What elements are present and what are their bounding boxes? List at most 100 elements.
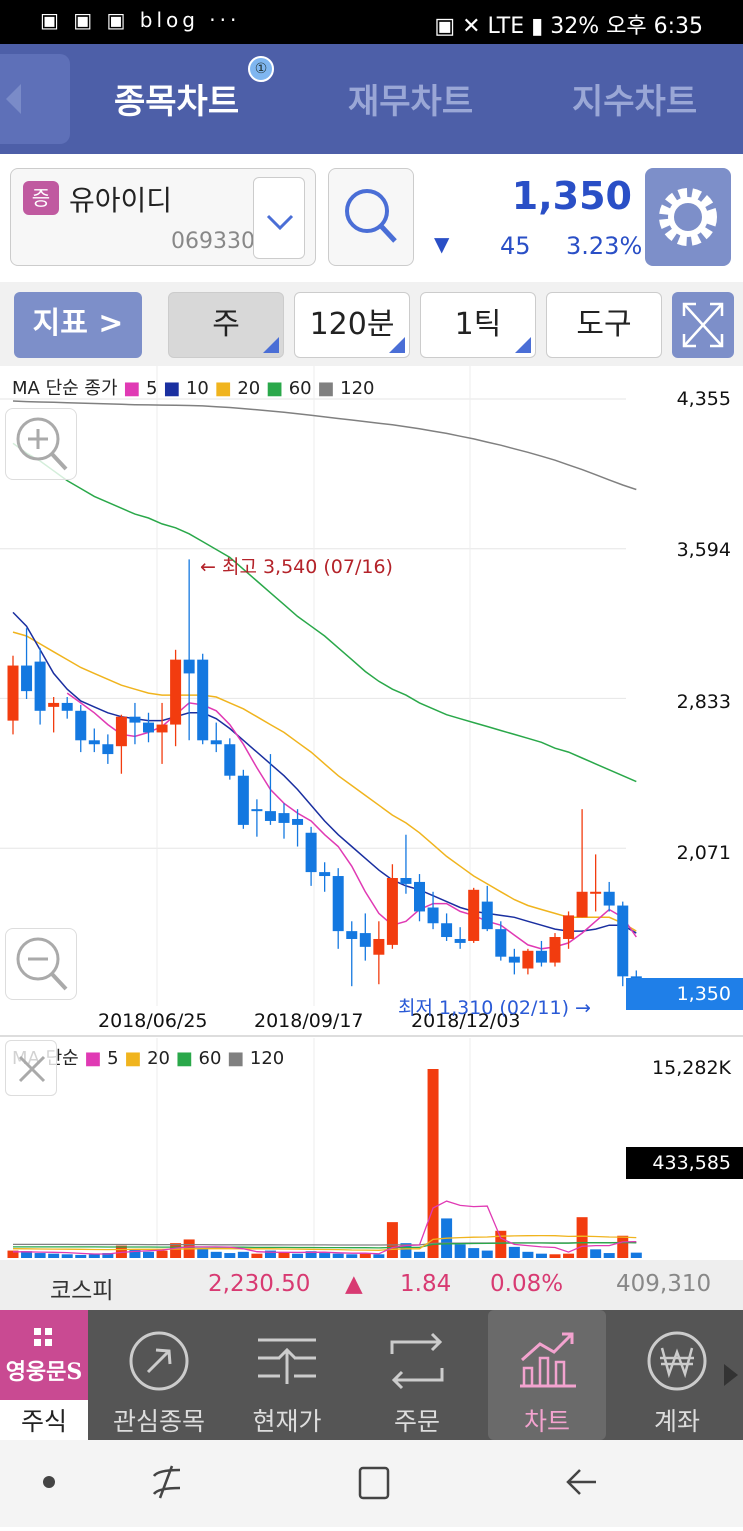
candle-body [183,659,195,674]
stock-dropdown-button[interactable] [253,177,305,259]
price-list-icon [258,1338,316,1384]
volume-bar [454,1244,466,1258]
volume-bar [75,1254,87,1258]
status-right: ▣ ✕ LTE ▮ 32% 오후 6:35 [434,14,703,39]
candle-body [224,744,236,776]
stock-name: 유아이디 [69,184,173,217]
candle-body [156,724,168,733]
period-week-button[interactable]: 주 [168,292,284,358]
nav-label: 차트 [523,1407,570,1436]
price-legend: MA 단순 종가 ■ 5 ■ 10 ■ 20 ■ 60 ■ 120 [12,378,375,399]
zoom-in-icon [16,417,68,471]
candle-body [7,665,19,721]
chart-area[interactable] [0,366,743,1260]
market-tag: 증 [23,181,59,215]
volume-bar [251,1253,263,1258]
candle-body [508,956,520,963]
zoom-in-button[interactable] [5,408,77,480]
search-button[interactable] [328,168,414,266]
close-icon [18,1055,46,1083]
y-tick-label: 4,355 [676,388,731,410]
candle-body [143,722,154,733]
stock-code: 069330 [171,229,255,254]
candle-body [115,716,127,747]
nav-more-arrow-icon[interactable] [722,1360,742,1390]
watchlist-icon [129,1331,189,1391]
candle-body [319,872,331,877]
kospi-ticker[interactable]: 코스피 2,230.50 ▲ 1.84 0.08% 409,310 [0,1260,743,1310]
recents-icon[interactable] [152,1465,181,1499]
back-arrow-icon[interactable] [566,1469,596,1495]
volume-bar [468,1248,480,1258]
volume-bar [61,1254,73,1258]
y-tick-label: 3,594 [676,539,731,561]
volume-bar [427,1069,439,1258]
x-tick-label: 2018/09/17 [254,1010,364,1032]
nav-watchlist[interactable]: 관심종목 [100,1310,218,1440]
nav-chart[interactable]: 차트 [488,1310,606,1440]
nav-order[interactable]: 주문 [358,1310,476,1440]
nav-label: 주식 [20,1407,67,1436]
legend-ma20: 20 [237,378,261,399]
candle-body [170,659,182,725]
candle-body [522,950,534,969]
settings-button[interactable] [645,168,731,266]
indicator-button[interactable]: 지표 > [14,292,142,358]
kospi-value: 2,230.50 [208,1271,311,1297]
candle-body [400,878,412,884]
volume-bar [210,1251,222,1258]
expand-button[interactable] [672,292,734,358]
legend-ma5: 5 [146,378,158,399]
candle-body [34,661,46,711]
tab-index-chart[interactable]: 지수차트 [572,74,697,123]
chart-toolbar: 지표 > 주 120분 1틱 도구 [0,282,743,366]
volume-bar [590,1249,602,1258]
brand-tile: 영웅문S [0,1310,88,1400]
up-arrow-icon: ▲ [345,1271,363,1297]
volume-bar [481,1250,493,1258]
volume-bar [292,1253,304,1258]
low-annotation: 최저 1,310 (02/11) → [398,997,591,1019]
corner-triangle-icon [263,337,279,353]
volume-bar [603,1253,615,1258]
volume-bar [414,1251,425,1258]
candle-body [549,937,561,963]
candle-body [535,950,547,963]
zoom-out-button[interactable] [5,928,77,1000]
tab-stock-chart[interactable]: 종목차트 [114,74,239,123]
volume-bar [535,1253,547,1258]
interval-120min-button[interactable]: 120분 [294,292,410,358]
candle-body [292,818,304,825]
kospi-change: 1.84 [400,1271,452,1297]
volume-y-tick-label: 15,282K [652,1057,731,1079]
nav-stocks[interactable]: 영웅문S 주식 [0,1310,88,1440]
tab-info-badge[interactable]: ① [248,56,274,82]
vlegend-ma5: 5 [107,1048,119,1069]
stock-selector[interactable]: 증 유아이디 069330 [10,168,316,266]
tab-financial-chart[interactable]: 재무차트 [348,74,473,123]
recent-dot-icon[interactable] [43,1476,55,1488]
candle-body [21,665,33,692]
candle-body [264,811,276,821]
volume-bar [48,1253,60,1258]
close-volume-button[interactable] [5,1040,57,1096]
volume-bar [143,1251,154,1258]
price-change-pct: 3.23% [566,232,643,260]
nav-label: 계좌 [653,1407,700,1436]
interval-label: 120분 [309,307,395,342]
tools-button[interactable]: 도구 [546,292,662,358]
grid-icon [34,1328,52,1346]
zoom-out-icon [16,937,68,991]
volume-bar [224,1253,236,1258]
candle-body [251,809,263,812]
back-button[interactable] [0,54,70,144]
nav-current-price[interactable]: 현재가 [228,1310,346,1440]
tick-button[interactable]: 1틱 [420,292,536,358]
candle-body [454,938,466,943]
nav-account[interactable]: 계좌 [618,1310,736,1440]
current-price: 1,350 [511,174,632,218]
candle-body [102,744,114,755]
order-swap-icon [390,1332,444,1390]
candle-body [468,889,480,941]
home-icon[interactable] [358,1466,390,1500]
